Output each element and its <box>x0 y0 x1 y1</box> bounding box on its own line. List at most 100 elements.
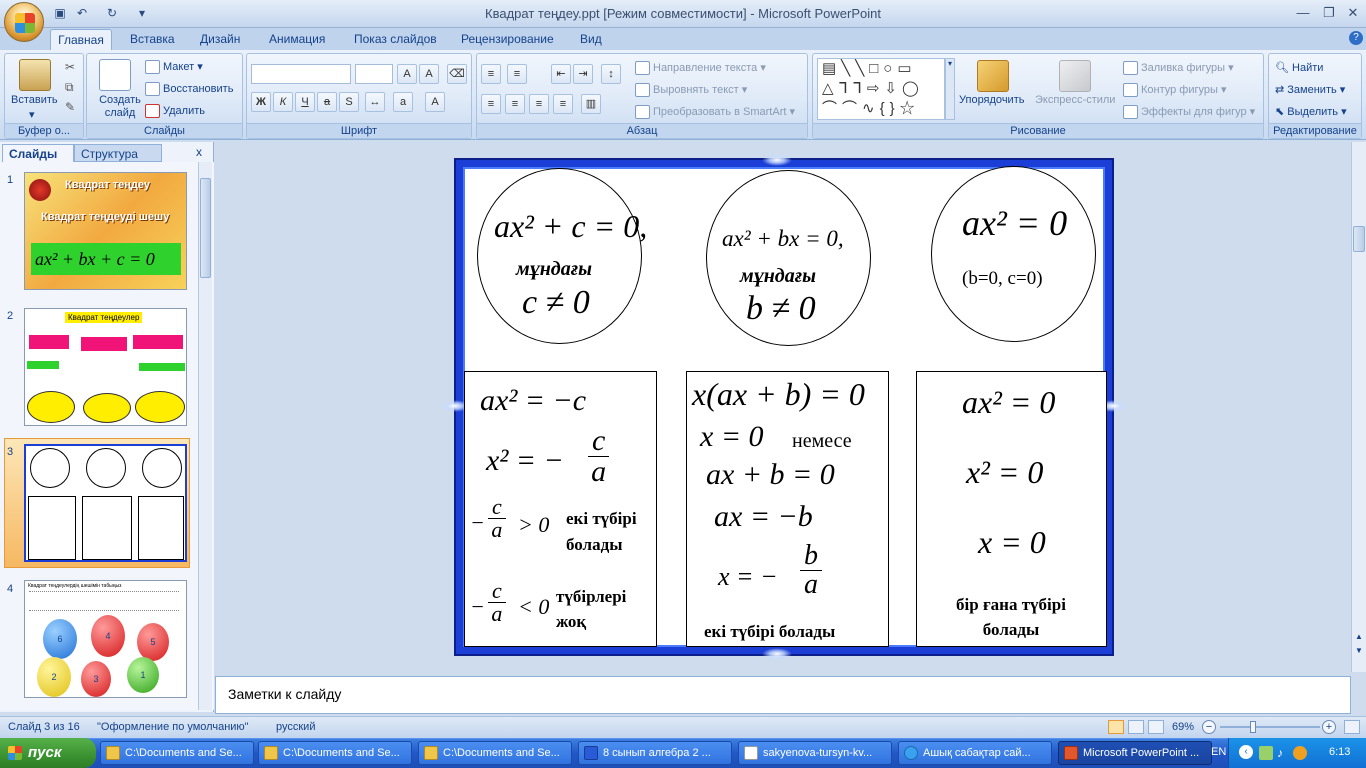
replace-button[interactable]: ⇄ Заменить ▾ <box>1275 83 1345 96</box>
status-theme[interactable]: "Оформление по умолчанию" <box>97 721 249 733</box>
tab-outline-panel[interactable]: Структура <box>74 144 162 162</box>
restore-icon[interactable]: ❐ <box>1316 3 1342 23</box>
clock[interactable]: 6:13 <box>1329 746 1350 758</box>
arrange-button[interactable]: Упорядочить <box>959 94 1024 106</box>
shapes-gallery[interactable]: ▤╲╲□○▭ △ᒣᒣ⇨⇩◯ ⌒⌒∿{}☆ <box>817 58 945 120</box>
paste-icon[interactable] <box>19 59 51 91</box>
new-slide-icon[interactable] <box>99 59 131 91</box>
task-folder-1[interactable]: C:\Documents and Se... <box>100 741 254 765</box>
shrink-font-icon[interactable]: A <box>419 64 439 84</box>
normal-view-icon[interactable] <box>1108 720 1124 734</box>
close-icon[interactable]: ✕ <box>1340 3 1366 23</box>
arrange-icon[interactable] <box>977 60 1009 92</box>
underline-icon[interactable]: Ч <box>295 92 315 112</box>
zoom-level[interactable]: 69% <box>1172 721 1194 733</box>
shape-fill-button[interactable]: Заливка фигуры ▾ <box>1123 61 1234 76</box>
format-painter-icon[interactable]: ✎ <box>65 100 75 114</box>
close-panel-icon[interactable]: x <box>196 145 202 159</box>
increase-indent-icon[interactable]: ⇥ <box>573 64 593 84</box>
bullets-icon[interactable]: ≡ <box>481 64 501 84</box>
tab-slides-panel[interactable]: Слайды <box>2 144 74 162</box>
fit-window-icon[interactable] <box>1344 720 1360 734</box>
tab-insert[interactable]: Вставка <box>130 32 175 46</box>
text-direction-button[interactable]: Направление текста ▾ <box>635 61 766 76</box>
select-button[interactable]: ⬉ Выделить ▾ <box>1275 105 1347 118</box>
tab-design[interactable]: Дизайн <box>200 32 240 46</box>
task-word-doc[interactable]: 8 сынып алгебра 2 ... <box>578 741 732 765</box>
volume-icon[interactable]: ♪ <box>1277 746 1283 760</box>
new-slide-button[interactable]: Создать слайд <box>95 94 145 120</box>
slide-sorter-icon[interactable] <box>1128 720 1144 734</box>
slide-thumb-1[interactable]: Квадрат теңдеу Квадрат теңдеуді шешу ax²… <box>24 172 187 290</box>
align-center-icon[interactable]: ≡ <box>505 94 525 114</box>
prev-slide-icon[interactable]: ▲ <box>1355 632 1363 641</box>
columns-icon[interactable]: ▥ <box>581 94 601 114</box>
bold-icon[interactable]: Ж <box>251 92 271 112</box>
shadow-icon[interactable]: S <box>339 92 359 112</box>
cut-icon[interactable]: ✂ <box>65 60 75 74</box>
find-button[interactable]: 🔍︎ Найти <box>1275 61 1323 74</box>
notes-pane[interactable]: Заметки к слайду <box>215 676 1351 714</box>
paste-button[interactable]: Вставить <box>11 94 58 106</box>
clear-format-icon[interactable]: ⌫ <box>447 64 467 84</box>
language-indicator[interactable]: EN <box>1211 746 1226 758</box>
font-color-icon[interactable]: A <box>425 92 445 112</box>
delete-button[interactable]: Удалить <box>145 104 205 118</box>
justify-icon[interactable]: ≡ <box>553 94 573 114</box>
editor-scrollbar[interactable]: ▲ ▼ <box>1351 142 1366 672</box>
next-slide-icon[interactable]: ▼ <box>1355 646 1363 655</box>
task-document[interactable]: sakyenova-tursyn-kv... <box>738 741 892 765</box>
spacing-icon[interactable]: ↔ <box>365 92 385 112</box>
start-button[interactable]: пуск <box>0 738 96 768</box>
task-powerpoint[interactable]: Microsoft PowerPoint ... <box>1058 741 1212 765</box>
scroll-thumb[interactable] <box>1353 226 1365 252</box>
zoom-slider[interactable] <box>1220 721 1320 733</box>
align-text-button[interactable]: Выровнять текст ▾ <box>635 83 747 98</box>
panel-scrollbar[interactable] <box>198 162 212 710</box>
scroll-thumb[interactable] <box>200 178 211 278</box>
shape-effects-button[interactable]: Эффекты для фигур ▾ <box>1123 105 1255 120</box>
align-left-icon[interactable]: ≡ <box>481 94 501 114</box>
quick-styles-icon[interactable] <box>1059 60 1091 92</box>
gallery-more-icon[interactable]: ▾ <box>945 58 955 120</box>
zoom-out-icon[interactable]: − <box>1202 720 1216 734</box>
tray-arrow-icon[interactable]: ‹ <box>1239 745 1253 759</box>
minimize-icon[interactable]: — <box>1290 3 1316 23</box>
reset-button[interactable]: Восстановить <box>145 82 233 96</box>
decrease-indent-icon[interactable]: ⇤ <box>551 64 571 84</box>
font-family-combo[interactable] <box>251 64 351 84</box>
tab-review[interactable]: Рецензирование <box>461 32 554 46</box>
font-size-combo[interactable] <box>355 64 393 84</box>
numbering-icon[interactable]: ≡ <box>507 64 527 84</box>
quick-styles-button[interactable]: Экспресс-стили <box>1035 94 1115 106</box>
task-folder-3[interactable]: C:\Documents and Se... <box>418 741 572 765</box>
tab-slideshow[interactable]: Показ слайдов <box>354 32 437 46</box>
tab-view[interactable]: Вид <box>580 32 602 46</box>
slide-thumb-3[interactable] <box>24 444 187 562</box>
slideshow-icon[interactable] <box>1148 720 1164 734</box>
tab-home[interactable]: Главная <box>50 29 112 52</box>
tray-status-icon[interactable] <box>1293 746 1307 760</box>
office-button[interactable] <box>4 2 44 42</box>
help-icon[interactable]: ? <box>1349 31 1363 45</box>
smartart-button[interactable]: Преобразовать в SmartArt ▾ <box>635 105 795 120</box>
task-folder-2[interactable]: C:\Documents and Se... <box>258 741 412 765</box>
zoom-slider-thumb[interactable] <box>1249 721 1256 733</box>
copy-icon[interactable]: ⧉ <box>65 80 74 95</box>
grow-font-icon[interactable]: A <box>397 64 417 84</box>
zoom-in-icon[interactable]: + <box>1322 720 1336 734</box>
strikethrough-icon[interactable]: a <box>317 92 337 112</box>
shape-outline-button[interactable]: Контур фигуры ▾ <box>1123 83 1227 98</box>
case-icon[interactable]: a <box>393 92 413 112</box>
task-browser[interactable]: Ашық сабақтар сай... <box>898 741 1052 765</box>
italic-icon[interactable]: К <box>273 92 293 112</box>
slide-thumb-2[interactable]: Квадрат теңдеулер <box>24 308 187 426</box>
tab-animation[interactable]: Анимация <box>269 32 325 46</box>
status-language[interactable]: русский <box>276 721 315 733</box>
align-right-icon[interactable]: ≡ <box>529 94 549 114</box>
slide-thumb-4[interactable]: Квадрат теңдеулердің шешімін табыңыз 6 4… <box>24 580 187 698</box>
fraction: ca <box>588 426 610 487</box>
line-spacing-icon[interactable]: ↕ <box>601 64 621 84</box>
tray-app-icon[interactable] <box>1259 746 1273 760</box>
layout-button[interactable]: Макет ▾ <box>145 60 203 75</box>
